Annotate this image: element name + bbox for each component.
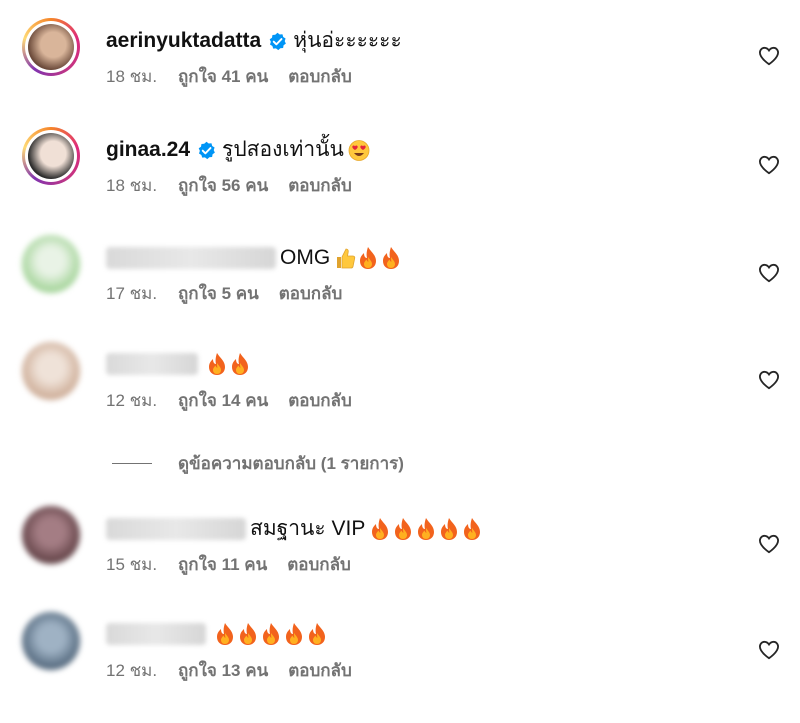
heart-eyes-emoji <box>348 138 370 162</box>
avatar[interactable] <box>22 506 80 564</box>
blurred-username[interactable] <box>106 247 276 269</box>
like-heart-icon[interactable] <box>758 370 780 390</box>
fire-emoji <box>237 622 259 646</box>
comment-timestamp[interactable]: 18 ชม. <box>106 67 178 87</box>
like-heart-icon[interactable] <box>758 263 780 283</box>
username-link[interactable]: aerinyuktadatta <box>106 28 261 54</box>
likes-count[interactable]: ถูกใจ 5 คน <box>178 284 259 304</box>
likes-count[interactable]: ถูกใจ 13 คน <box>178 661 268 681</box>
reply-button[interactable]: ตอบกลับ <box>288 67 352 87</box>
comment-body <box>106 352 251 376</box>
avatar[interactable] <box>22 235 80 293</box>
fire-emoji <box>461 517 483 541</box>
comment-text: หุ่นอ่ะะะะะะ <box>293 29 402 52</box>
like-heart-icon[interactable] <box>758 155 780 175</box>
reply-button[interactable]: ตอบกลับ <box>288 176 352 196</box>
view-replies-label: ดูข้อความตอบกลับ (1 รายการ) <box>178 454 404 473</box>
fire-emoji <box>229 352 251 376</box>
comment-meta: 18 ชม. ถูกใจ 56 คน ตอบกลับ <box>106 176 352 196</box>
fire-emoji <box>306 622 328 646</box>
comment-timestamp[interactable]: 12 ชม. <box>106 661 178 681</box>
blurred-username[interactable] <box>106 518 246 540</box>
comment-text: สมฐานะ VIP <box>250 517 366 540</box>
avatar[interactable] <box>22 342 80 400</box>
verified-badge-icon <box>268 32 287 51</box>
like-heart-icon[interactable] <box>758 534 780 554</box>
comment-meta: 17 ชม. ถูกใจ 5 คน ตอบกลับ <box>106 284 342 304</box>
comment-item: 12 ชม. ถูกใจ 14 คน ตอบกลับ <box>0 342 800 422</box>
fire-emoji <box>206 352 228 376</box>
fire-emoji <box>214 622 236 646</box>
fire-emoji <box>392 517 414 541</box>
likes-count[interactable]: ถูกใจ 14 คน <box>178 391 268 411</box>
view-replies-button[interactable]: ดูข้อความตอบกลับ (1 รายการ) <box>112 450 404 477</box>
like-heart-icon[interactable] <box>758 640 780 660</box>
emoji-group <box>348 138 370 162</box>
comment-text: รูปสองเท่านั้น <box>222 138 344 161</box>
likes-count[interactable]: ถูกใจ 11 คน <box>178 555 267 575</box>
comment-item: สมฐานะ VIP 15 ชม. ถูกใจ 11 คน ตอบกลับ <box>0 506 800 586</box>
comment-meta: 12 ชม. ถูกใจ 13 คน ตอบกลับ <box>106 661 352 681</box>
reply-button[interactable]: ตอบกลับ <box>288 661 352 681</box>
likes-count[interactable]: ถูกใจ 56 คน <box>178 176 268 196</box>
emoji-group <box>369 517 483 541</box>
emoji-group <box>334 246 402 270</box>
like-heart-icon[interactable] <box>758 46 780 66</box>
comment-item: 12 ชม. ถูกใจ 13 คน ตอบกลับ <box>0 612 800 692</box>
avatar[interactable] <box>22 612 80 670</box>
divider-line <box>112 463 152 464</box>
comment-body: aerinyuktadatta หุ่นอ่ะะะะะะ <box>106 28 402 54</box>
fire-emoji <box>357 246 379 270</box>
comment-timestamp[interactable]: 15 ชม. <box>106 555 178 575</box>
emoji-group <box>206 352 251 376</box>
reply-button[interactable]: ตอบกลับ <box>288 391 352 411</box>
reply-button[interactable]: ตอบกลับ <box>279 284 343 304</box>
fire-emoji <box>415 517 437 541</box>
comment-body: สมฐานะ VIP <box>106 516 483 542</box>
emoji-group <box>214 622 328 646</box>
comment-meta: 18 ชม. ถูกใจ 41 คน ตอบกลับ <box>106 67 352 87</box>
username-link[interactable]: ginaa.24 <box>106 137 190 163</box>
fire-emoji <box>283 622 305 646</box>
comment-body <box>106 622 328 646</box>
comment-body: ginaa.24 รูปสองเท่านั้น <box>106 137 370 163</box>
comment-item: aerinyuktadatta หุ่นอ่ะะะะะะ 18 ชม. ถูกใจ 4… <box>0 18 800 98</box>
reply-button[interactable]: ตอบกลับ <box>287 555 351 575</box>
thumbs-up-emoji <box>334 246 356 270</box>
comment-meta: 15 ชม. ถูกใจ 11 คน ตอบกลับ <box>106 555 351 575</box>
comment-item: OMG 17 ชม. ถูกใจ 5 คน ตอบกลับ <box>0 235 800 315</box>
comment-text: OMG <box>280 246 331 269</box>
comment-meta: 12 ชม. ถูกใจ 14 คน ตอบกลับ <box>106 391 352 411</box>
comment-item: ginaa.24 รูปสองเท่านั้น 18 ชม. ถูกใจ 56 คน ต… <box>0 127 800 207</box>
avatar[interactable] <box>22 18 80 76</box>
fire-emoji <box>260 622 282 646</box>
comment-timestamp[interactable]: 18 ชม. <box>106 176 178 196</box>
comment-body: OMG <box>106 245 402 271</box>
fire-emoji <box>438 517 460 541</box>
likes-count[interactable]: ถูกใจ 41 คน <box>178 67 268 87</box>
fire-emoji <box>369 517 391 541</box>
fire-emoji <box>380 246 402 270</box>
comment-timestamp[interactable]: 17 ชม. <box>106 284 178 304</box>
blurred-username[interactable] <box>106 623 206 645</box>
avatar[interactable] <box>22 127 80 185</box>
blurred-username[interactable] <box>106 353 198 375</box>
comment-timestamp[interactable]: 12 ชม. <box>106 391 178 411</box>
verified-badge-icon <box>197 141 216 160</box>
comments-list: aerinyuktadatta หุ่นอ่ะะะะะะ 18 ชม. ถูกใจ 4… <box>0 0 800 723</box>
